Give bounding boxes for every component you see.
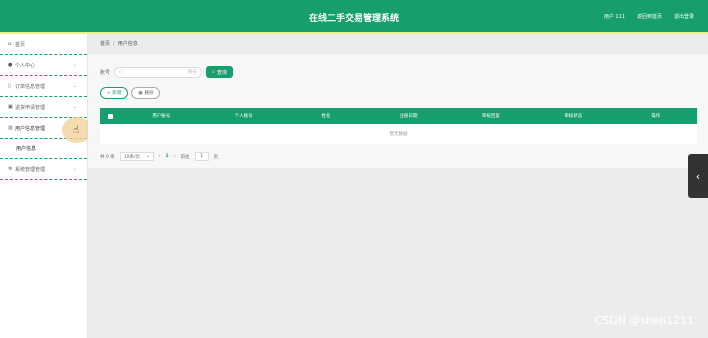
gear-icon: ✲: [8, 166, 13, 172]
user-icon: ●: [8, 62, 13, 68]
sidebar-item-label: 首页: [15, 41, 26, 48]
sidebar-item-label: 系统管理管理: [15, 166, 46, 173]
add-button[interactable]: + 新增: [100, 87, 129, 99]
watermark: CSDN @sheji1211: [594, 314, 694, 327]
goto-prefix: 前往: [180, 154, 190, 160]
home-icon: ⌂: [8, 41, 12, 47]
side-collapse-tab[interactable]: ‹: [688, 154, 708, 198]
breadcrumb: 首页 / 用户信息: [100, 41, 138, 47]
app-title: 在线二手交易管理系统: [308, 14, 399, 24]
content-panel: 账号 ○ 账号 ⌕ 查询 + 新增 ▣ 删除 用户账号 个人账号 姓名 注册日期…: [88, 54, 708, 168]
lock-icon: ▯: [8, 83, 11, 89]
page-number-current[interactable]: 1: [166, 154, 169, 159]
column-header: 审核回复: [481, 114, 500, 119]
sidebar-item-label: 退货申请管理: [15, 104, 46, 111]
main-area: 首页 / 用户信息 账号 ○ 账号 ⌕ 查询 + 新增 ▣ 删除 用户账号 个人…: [88, 34, 708, 338]
column-header: 注册日期: [399, 114, 418, 119]
sidebar-item-label: 订单信息管理: [15, 83, 46, 90]
sidebar-item-home[interactable]: ⌂ 首页: [0, 34, 87, 55]
goto-suffix: 页: [213, 154, 219, 160]
query-button[interactable]: ⌕ 查询: [206, 66, 233, 78]
action-buttons: + 新增 ▣ 删除: [100, 87, 161, 99]
column-header: 用户账号: [152, 114, 171, 119]
chart-icon: ▥: [8, 125, 13, 131]
query-button-label: 查询: [216, 69, 227, 76]
column-header: 个人账号: [234, 114, 253, 119]
search-row: 账号 ○ 账号 ⌕ 查询: [100, 66, 233, 78]
chevron-down-icon: ⌄: [72, 166, 77, 172]
sidebar: ⌂ 首页 ● 个人中心 ⌄ ▯ 订单信息管理 ⌄ ▣ 退货申请管理 ⌄ ▥ 用户…: [0, 34, 88, 338]
prev-page-button[interactable]: ‹: [159, 154, 161, 159]
chevron-down-icon: ⌄: [145, 154, 150, 159]
logout-link[interactable]: 退出登录: [674, 13, 694, 20]
sidebar-item-orders[interactable]: ▯ 订单信息管理 ⌄: [0, 76, 87, 97]
search-button-icon: ⌕: [212, 69, 215, 75]
total-count: 共 0 条: [100, 154, 115, 160]
sidebar-item-returns[interactable]: ▣ 退货申请管理 ⌄: [0, 97, 87, 118]
trash-icon: ▣: [138, 90, 143, 96]
hand-cursor-icon: ☝: [73, 125, 80, 136]
sidebar-item-system[interactable]: ✲ 系统管理管理 ⌄: [0, 159, 87, 180]
chevron-down-icon: ⌄: [72, 62, 77, 68]
sidebar-item-profile[interactable]: ● 个人中心 ⌄: [0, 55, 87, 76]
column-header: 审核状态: [564, 114, 583, 119]
table-header: 用户账号 个人账号 姓名 注册日期 审核回复 审核状态 操作: [100, 108, 697, 124]
store-icon: ▣: [8, 104, 13, 110]
next-page-button[interactable]: ›: [174, 154, 176, 159]
pagination: 共 0 条 10条/页 ⌄ ‹ 1 › 前往 1 页: [100, 152, 218, 161]
search-icon: ○: [119, 69, 123, 75]
chevron-down-icon: ⌄: [72, 104, 77, 110]
search-input[interactable]: ○ 账号: [114, 66, 203, 78]
search-label: 账号: [100, 69, 111, 76]
page-size-select[interactable]: 10条/页 ⌄: [119, 152, 154, 161]
select-all-checkbox[interactable]: [100, 113, 120, 119]
sidebar-item-label: 用户信息管理: [15, 125, 46, 132]
sidebar-item-label: 个人中心: [15, 62, 36, 69]
delete-button[interactable]: ▣ 删除: [131, 87, 161, 99]
top-header: 在线二手交易管理系统 用户 111 返回到首页 退出登录: [0, 0, 708, 32]
column-header: 姓名: [321, 114, 331, 119]
breadcrumb-home[interactable]: 首页: [100, 41, 110, 47]
chevron-left-icon: ‹: [695, 169, 701, 183]
user-table: 用户账号 个人账号 姓名 注册日期 审核回复 审核状态 操作 暂无数据: [100, 108, 697, 144]
goto-page-input[interactable]: 1: [194, 152, 209, 161]
empty-text: 暂无数据: [389, 132, 408, 137]
delete-button-label: 删除: [144, 91, 154, 96]
back-to-home-link[interactable]: 返回到首页: [637, 13, 662, 20]
header-links: 用户 111 返回到首页 退出登录: [604, 13, 694, 20]
table-empty-row: 暂无数据: [100, 124, 697, 144]
column-header: 操作: [651, 114, 661, 119]
chevron-down-icon: ⌄: [72, 83, 77, 89]
current-user-label[interactable]: 用户 111: [604, 13, 625, 20]
breadcrumb-current: 用户信息: [117, 41, 138, 47]
search-placeholder: 账号: [188, 70, 198, 75]
page-size-value: 10条/页: [123, 154, 140, 160]
